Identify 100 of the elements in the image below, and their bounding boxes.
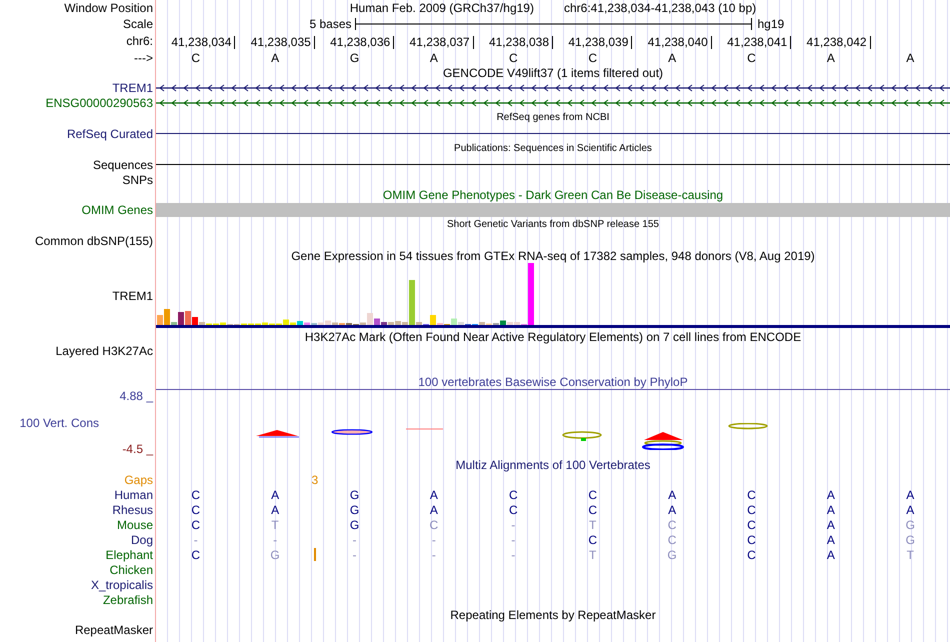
aligned-base: C [668, 532, 676, 546]
aligned-base: A [668, 502, 676, 516]
coordinate-tick: 41,238,036 [330, 36, 394, 48]
aligned-base: - [273, 532, 278, 546]
track-label[interactable]: RepeatMasker [74, 622, 153, 636]
track-label[interactable]: Sequences [92, 158, 153, 172]
assembly-title: Human Feb. 2009 (GRCh37/hg19) [350, 1, 534, 15]
species-label: Zebrafish [102, 592, 153, 606]
species-label: Rhesus [112, 502, 153, 516]
aligned-base: A [271, 488, 280, 502]
aligned-base: A [826, 532, 835, 546]
aligned-base: A [430, 488, 438, 502]
aligned-base: C [191, 502, 200, 516]
track-title: H3K27Ac Mark (Often Found Near Active Regulatory Elements) on 7 cell lines from ENCODE [304, 330, 802, 344]
aligned-base: C [508, 502, 518, 516]
scale-text: 5 bases [309, 17, 352, 31]
gap-count: 3 [311, 472, 318, 486]
aligned-base: C [747, 548, 756, 562]
coordinate-tick: 41,238,039 [568, 36, 632, 48]
coordinate-tick: 41,238,035 [250, 36, 315, 48]
species-label: Elephant [106, 548, 153, 562]
chromosome-label: chr6: [126, 34, 153, 48]
position-range: chr6:41,238,034-41,238,043 (10 bp) [564, 1, 756, 15]
aligned-base: G [270, 548, 280, 562]
aligned-base: G [906, 518, 915, 532]
aligned-base: - [352, 532, 356, 546]
aligned-base: G [350, 502, 360, 516]
aligned-base: A [668, 488, 676, 502]
strand-label: ---> [134, 50, 153, 64]
aligned-base: A [430, 502, 438, 516]
axis-min-label: -4.5 _ [122, 442, 153, 457]
aligned-base: C [747, 518, 756, 532]
base-letter: A [826, 50, 835, 64]
aligned-base: - [352, 548, 356, 562]
coordinate-tick: 41,238,034 [171, 36, 236, 48]
coordinate-tick: 41,238,041 [727, 36, 792, 48]
track-label: Scale [122, 17, 153, 31]
track-label[interactable]: TREM1 [112, 289, 153, 303]
track-label[interactable]: OMIM Genes [82, 202, 153, 216]
aligned-base: C [588, 488, 598, 502]
track-label[interactable]: 100 Vert. Cons [20, 416, 153, 430]
track-title: Multiz Alignments of 100 Vertebrates [456, 458, 650, 472]
gene-label[interactable]: TREM1 [112, 80, 153, 94]
axis-max-label: 4.88 _ [120, 389, 153, 403]
aligned-base: A [826, 488, 835, 502]
base-letter: A [271, 50, 280, 64]
aligned-base: T [906, 548, 914, 562]
species-label: X_tropicalis [90, 578, 153, 592]
aligned-base: G [906, 532, 915, 546]
aligned-base: - [511, 518, 516, 532]
aligned-base: A [906, 502, 914, 516]
aligned-base: C [588, 532, 598, 546]
coordinate-tick: 41,238,037 [410, 36, 474, 48]
track-label[interactable]: RefSeq Curated [66, 126, 153, 140]
track-title: RefSeq genes from NCBI [496, 111, 610, 125]
aligned-base: C [747, 532, 756, 546]
track-label[interactable]: Layered H3K27Ac [56, 344, 153, 358]
aligned-base: G [350, 518, 360, 532]
coordinate-tick: 41,238,038 [488, 36, 553, 48]
track-title: Publications: Sequences in Scientific Articles [454, 142, 652, 156]
aligned-base: - [511, 548, 516, 562]
aligned-base: C [668, 518, 676, 532]
aligned-base: C [191, 488, 200, 502]
base-letter: A [430, 50, 438, 64]
base-letter: C [191, 50, 200, 64]
aligned-base: G [667, 548, 677, 562]
aligned-base: A [826, 518, 835, 532]
track-label[interactable]: SNPs [122, 172, 153, 186]
aligned-base: A [826, 502, 835, 516]
aligned-base: - [511, 532, 516, 546]
track-title: GENCODE V49lift37 (1 items filtered out) [442, 66, 664, 80]
aligned-base: C [747, 502, 756, 516]
base-letter: C [747, 50, 756, 64]
track-title: OMIM Gene Phenotypes - Dark Green Can Be Disease-causing [382, 188, 724, 202]
species-label: Dog [130, 532, 153, 546]
coordinate-tick: 41,238,040 [648, 36, 712, 48]
track-title: 100 vertebrates Basewise Conservation by PhyloP [418, 374, 688, 388]
base-letter: C [508, 50, 518, 64]
gene-label[interactable]: ENSG00000290563 [46, 96, 153, 110]
species-label: Chicken [110, 562, 153, 576]
base-letter: A [668, 50, 676, 64]
aligned-base: A [906, 488, 914, 502]
aligned-base: C [191, 518, 200, 532]
track-title: Gene Expression in 54 tissues from GTEx RNA-seq of 17382 samples, 948 donors (V8, Aug 2019) [291, 248, 815, 262]
aligned-base: T [589, 518, 596, 532]
base-letter: A [906, 50, 914, 64]
track-label[interactable]: Common dbSNP(155) [34, 234, 153, 248]
track-title: Repeating Elements by RepeatMasker [450, 608, 656, 622]
species-label: Mouse [116, 518, 153, 532]
aligned-base: C [588, 502, 598, 516]
aligned-base: - [194, 532, 198, 546]
aligned-base: C [191, 548, 200, 562]
aligned-base: C [430, 518, 438, 532]
track-label: Window Position [64, 1, 153, 15]
assembly-label: hg19 [756, 17, 786, 31]
aligned-base: A [271, 502, 280, 516]
aligned-base: - [432, 548, 436, 562]
aligned-base: - [432, 532, 436, 546]
track-title: Short Genetic Variants from dbSNP release 155 [447, 218, 659, 232]
aligned-base: C [508, 488, 518, 502]
